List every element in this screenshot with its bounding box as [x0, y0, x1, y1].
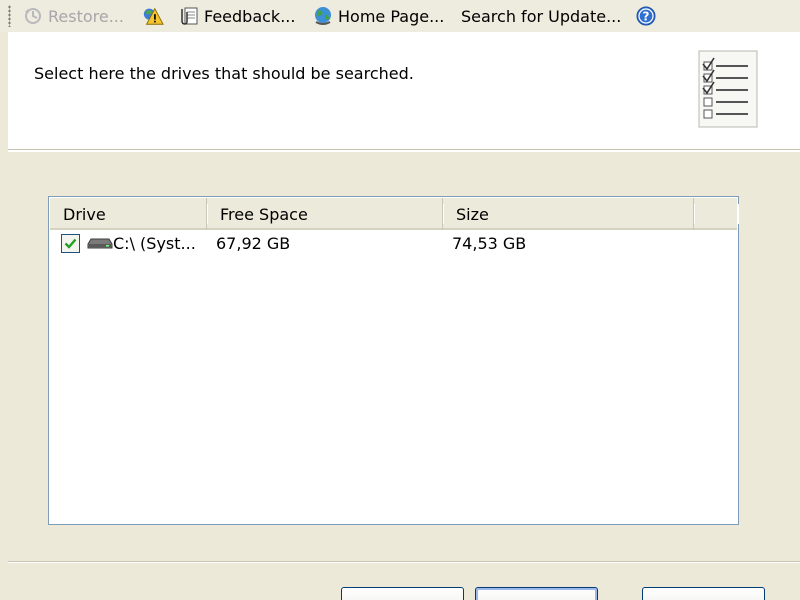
warning-icon [142, 5, 164, 27]
next-button[interactable] [475, 587, 598, 600]
toolbar: Restore... Feedback... Home Page... Sear… [0, 0, 800, 32]
help-button[interactable]: ? [635, 3, 661, 29]
search-for-update-button[interactable]: Search for Update... [461, 3, 621, 29]
header-separator [8, 150, 800, 152]
instruction-text: Select here the drives that should be se… [34, 64, 414, 83]
checklist-icon [698, 50, 758, 128]
feedback-label: Feedback... [204, 6, 296, 26]
drives-list[interactable]: Drive Free Space Size C:\ (Syst... 67,92… [48, 196, 739, 525]
drive-name-cell: C:\ (Syst... [113, 233, 196, 253]
column-header-drive[interactable]: Drive [50, 198, 208, 230]
back-button[interactable] [341, 587, 464, 600]
column-label-free-space: Free Space [220, 204, 308, 224]
help-icon: ? [635, 5, 657, 27]
feedback-button[interactable]: Feedback... [178, 3, 295, 29]
check-icon [64, 238, 77, 249]
globe-icon [312, 5, 334, 27]
warning-button[interactable] [142, 3, 168, 29]
feedback-icon [178, 5, 200, 27]
table-row[interactable]: C:\ (Syst... 67,92 GB 74,53 GB [50, 231, 737, 255]
home-page-button[interactable]: Home Page... [312, 3, 444, 29]
restore-button[interactable]: Restore... [22, 3, 124, 29]
cancel-button[interactable] [642, 587, 765, 600]
column-header-size[interactable]: Size [443, 198, 695, 230]
restore-label: Restore... [48, 6, 124, 26]
hard-drive-icon [87, 231, 115, 255]
column-label-drive: Drive [63, 204, 106, 224]
size-cell: 74,53 GB [452, 233, 527, 253]
drives-list-header: Drive Free Space Size [50, 198, 739, 230]
wizard-header: Select here the drives that should be se… [8, 32, 800, 150]
toolbar-grip[interactable] [8, 5, 11, 27]
free-space-cell: 67,92 GB [216, 233, 291, 253]
restore-icon [22, 5, 44, 27]
search-for-update-label: Search for Update... [461, 6, 622, 26]
drive-checkbox[interactable] [61, 234, 80, 253]
home-page-label: Home Page... [338, 6, 445, 26]
column-header-free-space[interactable]: Free Space [207, 198, 444, 230]
footer-separator-highlight [8, 562, 800, 563]
column-header-filler [694, 198, 739, 230]
svg-text:?: ? [643, 10, 650, 24]
column-label-size: Size [456, 204, 489, 224]
